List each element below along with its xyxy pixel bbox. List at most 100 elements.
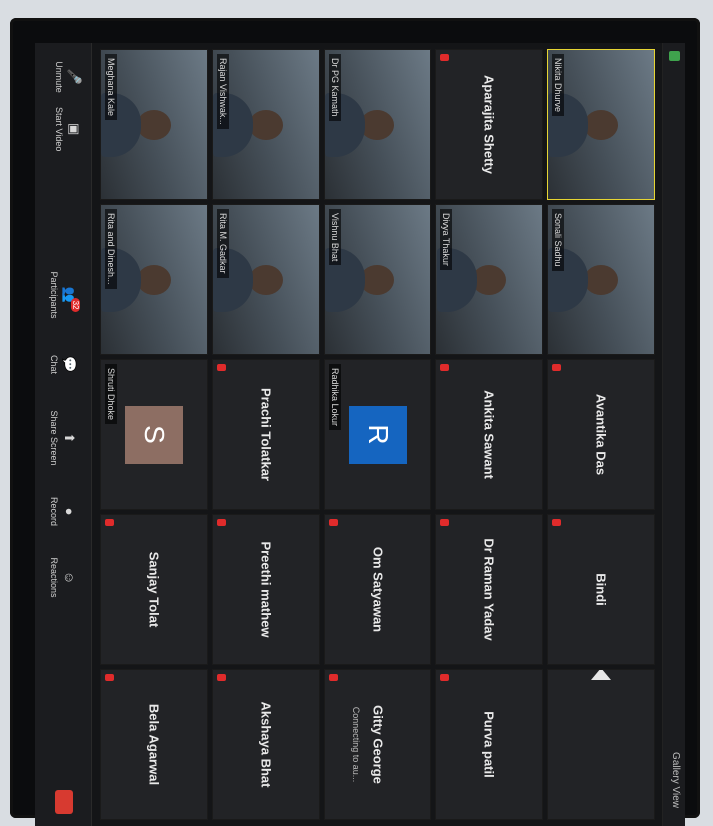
- participant-name-tag: Rajan Vishwak...: [216, 54, 229, 129]
- participant-name-tag: Divya Thakur: [440, 209, 453, 270]
- participant-name: Gitty George: [370, 705, 386, 784]
- muted-microphone-icon: [440, 54, 450, 61]
- muted-microphone-icon: [105, 674, 114, 681]
- share-screen-button[interactable]: ⬆ Share Screen: [49, 410, 78, 466]
- avatar: R: [348, 405, 407, 464]
- muted-microphone-icon: [440, 364, 450, 371]
- share-screen-icon: ⬆: [62, 432, 78, 444]
- unmute-button[interactable]: 🎤 Unmute: [54, 57, 82, 97]
- top-bar: Gallery View: [662, 43, 685, 826]
- muted-microphone-icon: [105, 519, 114, 526]
- chat-label: Chat: [49, 354, 60, 374]
- participant-tile[interactable]: R Radhika Lokur: [323, 359, 432, 510]
- participant-tile[interactable]: Rita and Dinesh...: [100, 204, 208, 355]
- meeting-toolbar: 🎤 Unmute ▣ Start Video 👥 32 Participants…: [35, 43, 92, 826]
- participant-name: Ankita Sawant: [481, 390, 497, 479]
- participant-name-tag: Meghana Kale: [105, 54, 117, 121]
- participant-tile[interactable]: Avantika Das: [547, 359, 655, 510]
- participant-tile[interactable]: Vishnu Bhat: [323, 204, 432, 355]
- zoom-window: Gallery View Nikita Dhurve Sonali Sadhu Av…: [35, 43, 685, 826]
- participant-tile[interactable]: Divya Thakur: [435, 204, 544, 355]
- participant-name: Purva patil: [481, 711, 497, 778]
- video-camera-icon: ▣: [67, 123, 82, 136]
- participants-label: Participants: [49, 271, 60, 319]
- participant-tile[interactable]: Ankita Sawant: [435, 359, 544, 510]
- avatar: S: [124, 405, 183, 464]
- muted-microphone-icon: [328, 519, 338, 526]
- person-head: [248, 109, 283, 140]
- participant-tile[interactable]: Bela Agarwal: [100, 669, 208, 820]
- record-button[interactable]: ● Record: [49, 492, 78, 532]
- participant-name-tag: Rita M. Gadkar: [216, 209, 229, 278]
- start-video-button[interactable]: ▣ Start Video: [54, 107, 82, 151]
- participant-name: Om Satyawan: [370, 546, 386, 633]
- end-meeting-button[interactable]: [55, 790, 73, 814]
- participant-name-tag: Radhika Lokur: [328, 364, 341, 431]
- participant-tile[interactable]: Dr PG Kamath: [323, 49, 432, 200]
- participant-tile[interactable]: Dr Raman Yadav: [435, 514, 544, 665]
- person-head: [136, 264, 171, 295]
- participant-grid: Nikita Dhurve Sonali Sadhu Avantika Das Bin…: [100, 49, 655, 820]
- reactions-icon: ☺: [62, 570, 77, 585]
- participant-name-tag: Rita and Dinesh...: [105, 209, 117, 289]
- chat-button[interactable]: 💬 Chat: [49, 344, 78, 384]
- person-head: [584, 264, 619, 295]
- participant-tile[interactable]: Bindi: [547, 514, 655, 665]
- participant-name: Aparajita Shetty: [481, 75, 497, 174]
- person-head: [360, 264, 395, 295]
- participant-name-tag: Shruti Dhoke: [105, 364, 117, 425]
- participant-tile[interactable]: Om Satyawan: [323, 514, 432, 665]
- record-label: Record: [49, 497, 60, 527]
- connecting-status: Connecting to au...: [350, 706, 361, 783]
- participants-count: 32: [71, 297, 81, 313]
- participant-tile[interactable]: Purva patil: [435, 669, 544, 820]
- participant-tile[interactable]: Aparajita Shetty: [435, 49, 544, 200]
- participant-tile[interactable]: Akshaya Bhat: [211, 669, 320, 820]
- muted-microphone-icon: [216, 519, 226, 526]
- previous-page-arrow-icon[interactable]: [591, 669, 612, 680]
- participant-name: Bindi: [593, 573, 609, 606]
- muted-microphone-icon: [216, 674, 226, 681]
- muted-microphone-icon: [328, 674, 338, 681]
- participant-tile[interactable]: Meghana Kale: [100, 49, 208, 200]
- reactions-label: Reactions: [49, 557, 60, 598]
- participant-tile[interactable]: Prachi Tolatkar: [211, 359, 320, 510]
- participant-tile[interactable]: Rajan Vishwak...: [211, 49, 320, 200]
- participant-tile[interactable]: Gitty George Connecting to au...: [323, 669, 432, 820]
- share-screen-label: Share Screen: [49, 410, 60, 466]
- participant-name: Akshaya Bhat: [258, 701, 274, 788]
- participant-name: Sanjay Tolat: [146, 551, 162, 628]
- participant-tile[interactable]: Sanjay Tolat: [100, 514, 208, 665]
- participant-name-tag: Dr PG Kamath: [328, 54, 341, 121]
- participant-name-tag: Sonali Sadhu: [552, 209, 565, 271]
- microphone-muted-icon: 🎤: [67, 68, 82, 86]
- muted-microphone-icon: [440, 519, 450, 526]
- person-head: [584, 109, 619, 140]
- record-icon: ●: [62, 507, 77, 516]
- gallery-view-button[interactable]: Gallery View: [670, 752, 681, 808]
- participant-name: Preethi mathew: [258, 541, 274, 638]
- person-head: [248, 264, 283, 295]
- participants-button[interactable]: 👥 32 Participants: [49, 271, 81, 319]
- muted-microphone-icon: [552, 364, 562, 371]
- participant-tile[interactable]: [547, 669, 655, 820]
- participant-tile[interactable]: Preethi mathew: [211, 514, 320, 665]
- chat-icon: 💬: [62, 356, 78, 373]
- participant-name-tag: Vishnu Bhat: [328, 209, 341, 266]
- participant-tile[interactable]: Sonali Sadhu: [547, 204, 655, 355]
- participant-name: Dr Raman Yadav: [481, 538, 497, 641]
- participant-tile[interactable]: S Shruti Dhoke: [100, 359, 208, 510]
- participant-name: Avantika Das: [593, 393, 609, 476]
- unmute-label: Unmute: [54, 61, 64, 93]
- participant-name: Bela Agarwal: [146, 703, 162, 786]
- participant-tile[interactable]: Nikita Dhurve: [547, 49, 655, 200]
- person-head: [360, 109, 395, 140]
- shield-icon[interactable]: [669, 51, 680, 61]
- person-head: [136, 109, 171, 140]
- participant-name: Prachi Tolatkar: [258, 388, 274, 481]
- muted-microphone-icon: [440, 674, 450, 681]
- reactions-button[interactable]: ☺ Reactions: [49, 557, 78, 598]
- participant-tile[interactable]: Rita M. Gadkar: [211, 204, 320, 355]
- monitor-frame: Gallery View Nikita Dhurve Sonali Sadhu Av…: [10, 18, 700, 826]
- person-head: [472, 264, 507, 295]
